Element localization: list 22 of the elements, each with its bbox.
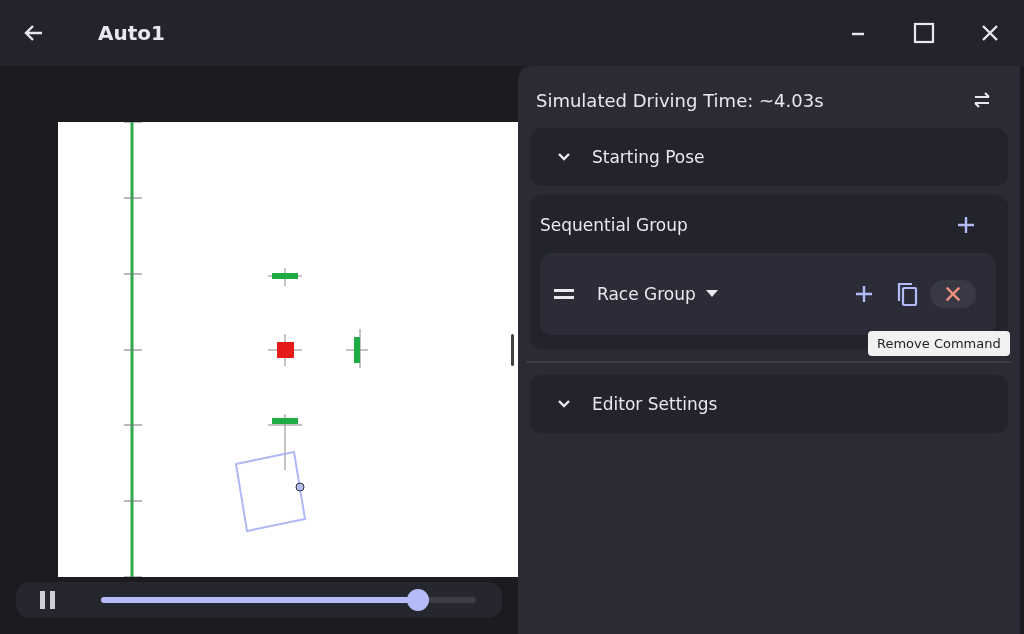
- waypoint-marker[interactable]: [267, 413, 303, 471]
- maximize-icon[interactable]: [912, 21, 936, 45]
- tooltip: Remove Command: [868, 331, 1010, 356]
- group-title: Sequential Group: [540, 215, 688, 235]
- pause-icon[interactable]: [40, 591, 56, 609]
- driving-time-label: Simulated Driving Time: ~4.03s: [536, 89, 824, 111]
- window-title: Auto1: [98, 21, 165, 45]
- waypoint-marker[interactable]: [345, 328, 369, 369]
- collapsible-section[interactable]: Editor Settings: [530, 375, 1008, 433]
- collapsible-section[interactable]: Starting Pose: [530, 128, 1008, 186]
- command-type-dropdown[interactable]: Race Group: [597, 284, 718, 304]
- waypoint-marker[interactable]: [267, 267, 303, 287]
- slider-thumb[interactable]: [406, 589, 429, 611]
- caret-icon: [705, 290, 718, 298]
- target-marker[interactable]: [267, 333, 303, 367]
- remove-command-button[interactable]: [930, 280, 976, 308]
- drag-handle-icon[interactable]: [554, 289, 574, 299]
- resize-handle[interactable]: [511, 334, 514, 366]
- add-icon[interactable]: [854, 284, 874, 304]
- close-icon: [944, 285, 962, 303]
- add-icon[interactable]: [956, 215, 976, 235]
- timeline-slider[interactable]: [101, 589, 476, 611]
